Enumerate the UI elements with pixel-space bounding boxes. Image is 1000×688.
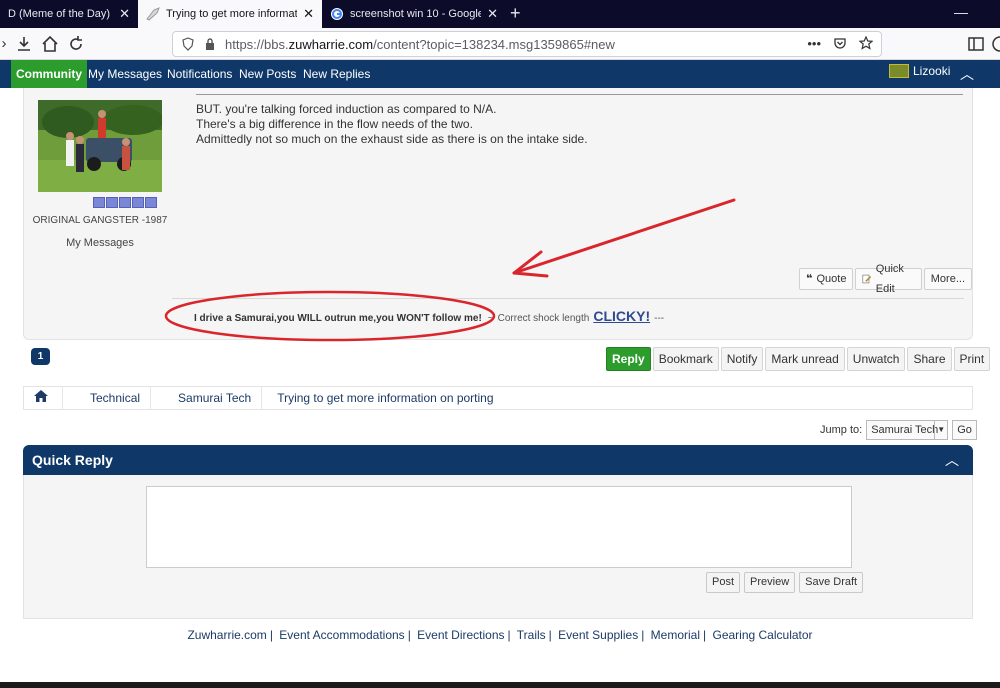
more-button[interactable]: More... (923, 268, 972, 290)
minimize-icon[interactable]: — (954, 4, 968, 20)
footer-link-directions[interactable]: Event Directions (417, 628, 504, 642)
breadcrumb-topic[interactable]: Trying to get more information on portin… (271, 387, 503, 409)
footer-link-memorial[interactable]: Memorial (651, 628, 700, 642)
google-icon (331, 8, 343, 20)
post-button[interactable]: Post (706, 572, 741, 593)
mark-unread-button[interactable]: Mark unread (765, 347, 845, 371)
user-messages-link[interactable]: My Messages (32, 237, 168, 249)
signature-link-label: Correct shock length (497, 313, 590, 324)
nav-new-replies[interactable]: New Replies (303, 60, 370, 88)
footer-link-trails[interactable]: Trails (517, 628, 546, 642)
browser-tab-google[interactable]: screenshot win 10 - Google Sea ✕ (322, 0, 506, 28)
home-icon[interactable] (40, 34, 60, 54)
bookmark-star-icon[interactable] (859, 36, 873, 50)
browser-tab-meme[interactable]: D (Meme of the Day) | Pag ✕ (0, 0, 138, 28)
rank-star-icon (106, 197, 118, 208)
post-actions: ❝ Quote Quick Edit More... (799, 263, 972, 295)
close-icon[interactable]: ✕ (303, 6, 314, 22)
breadcrumb-technical[interactable]: Technical (72, 387, 150, 409)
quick-reply-textarea[interactable] (146, 486, 852, 568)
page-number-current[interactable]: 1 (31, 348, 50, 365)
forum-post: ORIGINAL GANGSTER -1987 My Messages BUT.… (23, 88, 973, 340)
signature-link[interactable]: CLICKY! (593, 308, 650, 324)
quick-reply-buttons: Post Preview Save Draft (706, 572, 864, 593)
preview-button[interactable]: Preview (744, 572, 796, 593)
browser-tab-strip: D (Meme of the Day) | Pag ✕ Trying to ge… (0, 0, 1000, 28)
username: Lizooki (913, 64, 951, 78)
signature-suffix: --- (654, 313, 665, 324)
footer-link-home[interactable]: Zuwharrie.com (187, 628, 266, 642)
jump-go-button[interactable]: Go (952, 420, 977, 440)
quick-edit-button[interactable]: Quick Edit (855, 263, 922, 295)
quick-reply-title: Quick Reply (32, 452, 113, 468)
footer-links: Zuwharrie.com | Event Accommodations | Eve… (187, 628, 813, 642)
quote-button[interactable]: ❝ Quote (799, 268, 854, 290)
rank-star-icon (119, 197, 131, 208)
save-draft-button[interactable]: Save Draft (799, 572, 864, 593)
page-actions-icon[interactable]: ••• (807, 36, 821, 51)
jump-to-select[interactable]: Samurai Tech ▼ (866, 420, 949, 440)
forward-icon[interactable]: › (0, 34, 14, 54)
user-avatar-photo (38, 100, 162, 192)
rank-star-icon (132, 197, 144, 208)
account-icon[interactable] (990, 34, 1000, 54)
quick-reply-header: Quick Reply ︿ (23, 445, 973, 475)
footer-link-gearing[interactable]: Gearing Calculator (712, 628, 812, 642)
jump-to: Jump to: Samurai Tech ▼ Go (820, 420, 977, 440)
share-button[interactable]: Share (907, 347, 952, 371)
topic-toolbar: Reply Bookmark Notify Mark unread Unwatc… (606, 347, 991, 371)
shield-icon[interactable] (181, 37, 195, 51)
print-button[interactable]: Print (953, 347, 991, 371)
breadcrumb-samurai-tech[interactable]: Samurai Tech (160, 387, 261, 409)
pocket-icon[interactable] (833, 36, 847, 50)
quote-divider (196, 94, 963, 95)
close-icon[interactable]: ✕ (119, 6, 130, 22)
signature-prefix: ~ (487, 313, 494, 324)
edit-icon (862, 274, 872, 284)
user-menu[interactable]: Lizooki (889, 64, 950, 78)
quote-icon: ❝ (806, 273, 813, 285)
chevron-up-icon[interactable]: ︿ (960, 64, 974, 84)
nav-my-messages[interactable]: My Messages (88, 60, 162, 88)
unwatch-button[interactable]: Unwatch (846, 347, 906, 371)
reload-icon[interactable] (66, 34, 86, 54)
user-rank-title: ORIGINAL GANGSTER -1987 (32, 215, 168, 226)
taskbar-edge (0, 682, 1000, 688)
rank-star-icon (145, 197, 157, 208)
reply-button[interactable]: Reply (606, 347, 651, 371)
rank-star-icon (93, 197, 105, 208)
url-bar[interactable]: https://bbs.zuwharrie.com/content?topic=… (172, 31, 882, 57)
footer-link-supplies[interactable]: Event Supplies (558, 628, 638, 642)
breadcrumb: Technical Samurai Tech Trying to get mor… (23, 386, 973, 410)
chevron-down-icon: ▼ (934, 421, 947, 439)
chevron-up-icon[interactable]: ︿ (945, 450, 959, 470)
url-text: https://bbs.zuwharrie.com/content?topic=… (225, 36, 615, 52)
signature: I drive a Samurai,you WILL outrun me,you… (194, 308, 664, 324)
signature-motto: I drive a Samurai,you WILL outrun me,you… (194, 313, 482, 324)
home-icon (34, 390, 48, 402)
new-tab-button[interactable]: + (510, 3, 521, 24)
forum-nav-bar: Community My Messages Notifications New … (0, 60, 1000, 88)
page-favicon-icon (146, 7, 160, 21)
avatar (889, 64, 909, 78)
quick-reply-panel: Post Preview Save Draft (23, 475, 973, 619)
nav-community[interactable]: Community (11, 60, 87, 88)
sidebar-icon[interactable] (966, 34, 986, 54)
footer-link-accommodations[interactable]: Event Accommodations (279, 628, 404, 642)
jump-to-label: Jump to: (820, 424, 863, 436)
breadcrumb-home[interactable] (24, 387, 62, 409)
browser-nav-bar: › https://bbs.zuwharrie.com/content?topi… (0, 28, 1000, 60)
notify-button[interactable]: Notify (720, 347, 764, 371)
library-icon[interactable] (14, 34, 34, 54)
post-body: BUT. you're talking forced induction as … (196, 102, 588, 146)
nav-notifications[interactable]: Notifications (167, 60, 232, 88)
lock-icon[interactable] (203, 37, 217, 51)
close-icon[interactable]: ✕ (487, 6, 498, 22)
browser-tab-current[interactable]: Trying to get more information ✕ (138, 0, 322, 28)
user-rank-stars (93, 197, 157, 208)
bookmark-button[interactable]: Bookmark (652, 347, 719, 371)
nav-new-posts[interactable]: New Posts (239, 60, 296, 88)
signature-divider (172, 298, 964, 299)
